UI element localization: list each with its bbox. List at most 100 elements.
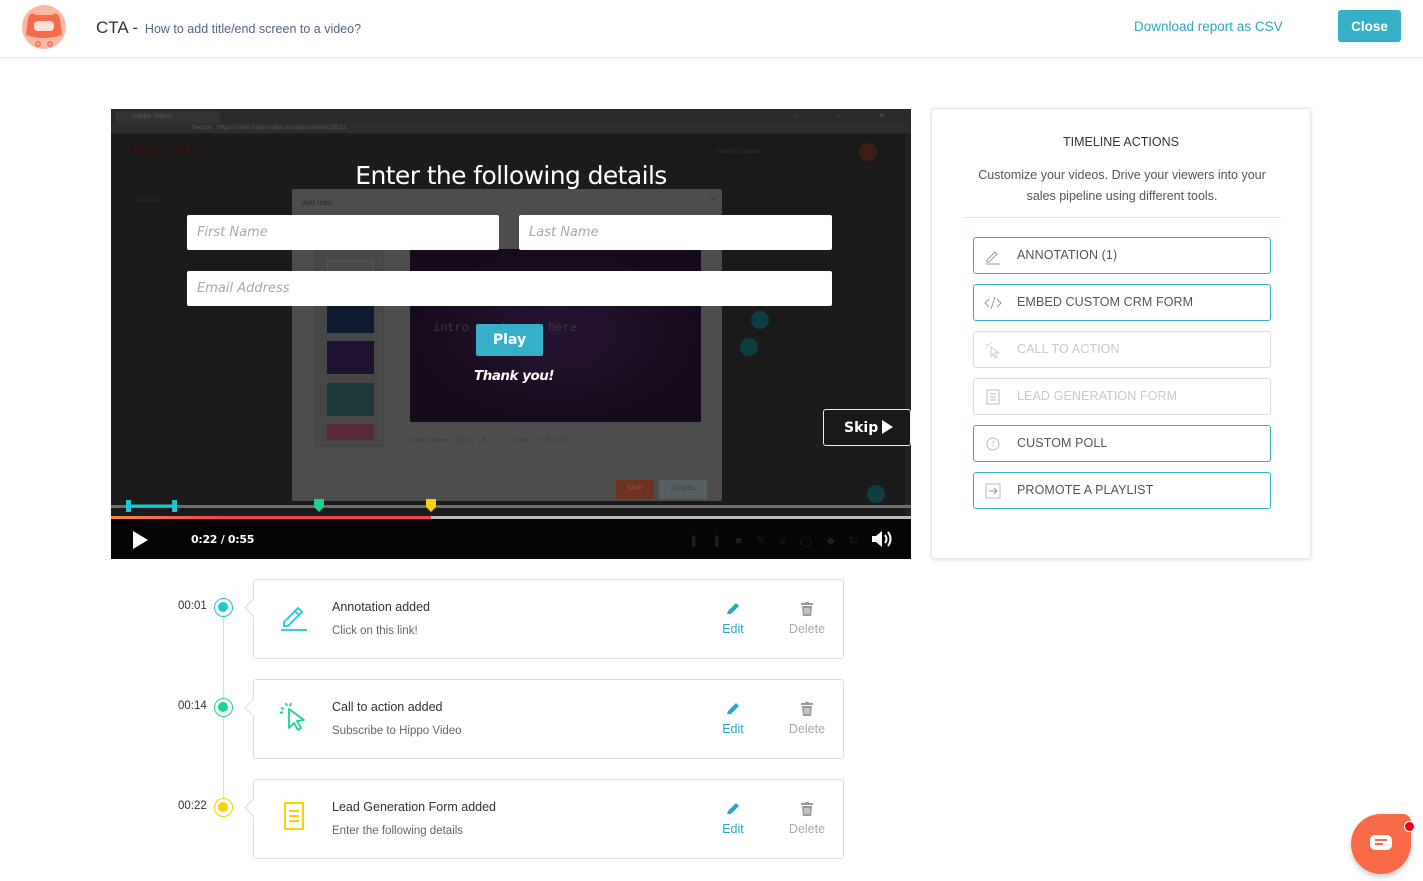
edit-pencil-icon	[727, 603, 739, 614]
download-csv-link[interactable]: Download report as CSV	[1134, 19, 1283, 34]
event-dot	[214, 698, 233, 717]
action-promote-playlist-button[interactable]: PROMOTE A PLAYLIST	[973, 472, 1271, 509]
edit-label: Edit	[722, 822, 744, 836]
embedded-thumbnail	[327, 341, 374, 374]
thank-you-text: Thank you!	[474, 368, 555, 384]
play-icon[interactable]	[133, 531, 148, 549]
edit-pencil-icon	[727, 703, 739, 714]
panel-divider	[963, 217, 1281, 218]
lead-form-title: Enter the following details	[355, 161, 667, 190]
embedded-color: Color	[514, 438, 529, 444]
video-player[interactable]: Hippo Video – ▫ ✕ Secure https://www.hip…	[111, 109, 911, 559]
trash-icon	[801, 702, 813, 716]
pencil-icon	[986, 251, 1000, 265]
cursor-click-icon	[279, 702, 305, 731]
pencil-icon	[281, 606, 307, 631]
close-button[interactable]: Close	[1338, 10, 1401, 42]
event-subtitle: Enter the following details	[332, 825, 464, 837]
embedded-browser-tabs: Hippo Video – ▫ ✕	[111, 109, 911, 123]
annotation-range-marker[interactable]	[126, 500, 178, 512]
embedded-address-bar: Secure https://www.hippovideo.io/video/v…	[111, 123, 911, 134]
delete-button[interactable]: Delete	[782, 802, 832, 836]
range-bar	[126, 504, 178, 508]
email-input[interactable]	[187, 271, 832, 306]
action-label: EMBED CUSTOM CRM FORM	[1017, 295, 1194, 309]
hippo-logo-icon	[22, 5, 66, 49]
embedded-app-logo: Hippo Video	[133, 142, 203, 156]
embedded-browser-tab: Hippo Video	[115, 111, 220, 123]
skip-label: Skip	[844, 419, 879, 436]
panel-description: Customize your videos. Drive your viewer…	[978, 168, 1266, 203]
edit-label: Edit	[722, 722, 744, 736]
last-name-input[interactable]	[519, 215, 832, 250]
embedded-save-button: SAVE	[616, 480, 654, 499]
timeline-actions-panel: TIMELINE ACTIONS Customize your videos. …	[931, 108, 1311, 559]
embedded-dialog-title: Add Intro	[302, 198, 333, 207]
event-card: Lead Generation Form added Enter the fol…	[253, 779, 844, 859]
event-time: 00:01	[178, 600, 207, 612]
edit-button[interactable]: Edit	[712, 602, 754, 636]
top-bar: CTA - How to add title/end screen to a v…	[0, 0, 1423, 58]
cursor-click-icon	[985, 342, 1001, 359]
event-title: Lead Generation Form added	[332, 800, 496, 814]
event-subtitle: Click on this link!	[332, 625, 418, 637]
chat-notification-badge	[1404, 821, 1415, 832]
embedded-cancel-button: CANCEL	[659, 480, 707, 499]
embedded-go-back: GO BACK	[133, 197, 163, 204]
panel-title: TIMELINE ACTIONS	[1063, 135, 1179, 149]
first-name-input[interactable]	[187, 215, 499, 250]
volume-icon[interactable]	[871, 529, 893, 549]
action-call-to-action-button[interactable]: CALL TO ACTION	[973, 331, 1271, 368]
embedded-thumbnail	[327, 424, 374, 440]
range-end-handle	[172, 500, 178, 512]
event-time: 00:22	[178, 800, 207, 812]
action-label: ANNOTATION (1)	[1017, 248, 1118, 262]
action-annotation-button[interactable]: ANNOTATION (1)	[973, 237, 1271, 274]
edit-pencil-icon	[727, 803, 739, 814]
action-label: LEAD GENERATION FORM	[1017, 389, 1178, 403]
action-embed-crm-button[interactable]: EMBED CUSTOM CRM FORM	[973, 284, 1271, 321]
embedded-text-toolbar: Courier New ▾ 25px ▾ B I U Color + NEW T…	[410, 438, 573, 444]
action-label: PROMOTE A PLAYLIST	[1017, 483, 1154, 497]
edit-button[interactable]: Edit	[712, 802, 754, 836]
chat-widget-button[interactable]	[1351, 814, 1411, 874]
event-dot	[214, 598, 233, 617]
delete-label: Delete	[788, 622, 826, 636]
embedded-italic: I	[494, 438, 497, 444]
marker-track	[111, 505, 911, 508]
embedded-bold: B	[482, 438, 487, 444]
player-controls: 0:22 / 0:55 ❚❚■✎⌀◯◆↻	[111, 519, 911, 559]
delete-button[interactable]: Delete	[782, 702, 832, 736]
lead-form-play-button[interactable]: Play	[476, 324, 543, 356]
embedded-getting-started: Getting Started	[716, 148, 760, 155]
edit-button[interactable]: Edit	[712, 702, 754, 736]
embedded-window-controls: – ▫ ✕	[794, 111, 903, 120]
cta-marker[interactable]	[313, 499, 324, 512]
event-title: Annotation added	[332, 600, 431, 614]
embedded-underline: U	[504, 438, 510, 444]
embedded-new-text: + NEW TEXT	[536, 438, 573, 444]
action-lead-form-button[interactable]: LEAD GENERATION FORM	[973, 378, 1271, 415]
embedded-fab	[867, 485, 885, 503]
action-label: CUSTOM POLL	[1017, 436, 1108, 450]
embedded-fab	[740, 338, 758, 356]
embedded-recorder-tools: ❚❚■✎⌀◯◆↻	[689, 535, 872, 547]
event-card: Annotation added Click on this link! Edi…	[253, 579, 844, 659]
action-label: CALL TO ACTION	[1017, 342, 1120, 356]
page-title: CTA - How to add title/end screen to a v…	[96, 18, 361, 38]
trash-icon	[801, 602, 813, 616]
event-time: 00:14	[178, 700, 207, 712]
event-title: Call to action added	[332, 700, 443, 714]
embedded-url: https://www.hippovideo.io/video/view/625…	[217, 124, 347, 131]
skip-button[interactable]: Skip	[823, 409, 911, 446]
delete-button[interactable]: Delete	[782, 602, 832, 636]
lead-form-marker[interactable]	[426, 499, 436, 512]
embedded-font-select: Courier New	[410, 438, 444, 444]
question-bubble-icon: ?	[986, 437, 1000, 451]
embedded-secure-label: Secure	[191, 124, 212, 131]
embedded-size-select: 25px	[456, 438, 470, 444]
chat-icon	[1370, 835, 1392, 850]
video-title: How to add title/end screen to a video?	[144, 22, 362, 36]
action-custom-poll-button[interactable]: ? CUSTOM POLL	[973, 425, 1271, 462]
trash-icon	[801, 802, 813, 816]
